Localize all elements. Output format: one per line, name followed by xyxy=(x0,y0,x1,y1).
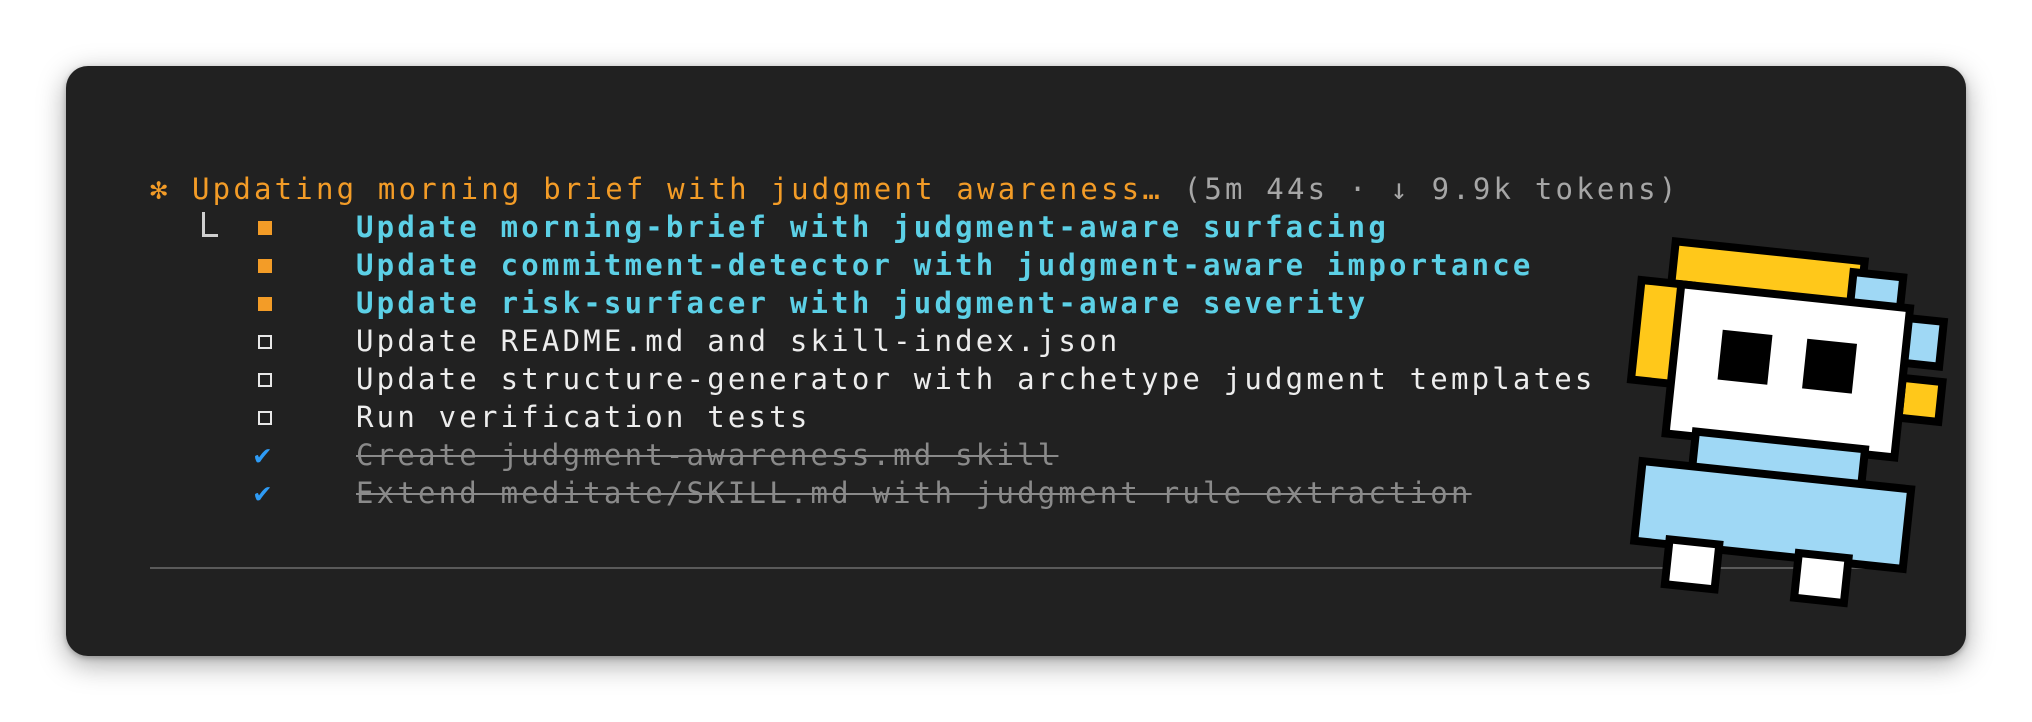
task-item: Update morning-brief with judgment-aware… xyxy=(150,208,1386,246)
task-item: ✔ Extend meditate/SKILL.md with judgment… xyxy=(150,474,1468,512)
check-icon: ✔ xyxy=(254,438,275,471)
status-line: ✻ Updating morning brief with judgment aw… xyxy=(150,170,1680,208)
task-item: Update README.md and skill-index.json xyxy=(150,322,1117,360)
pending-square-icon xyxy=(254,322,284,360)
task-label: Run verification tests xyxy=(356,400,811,434)
tree-connector-icon xyxy=(202,212,218,237)
in-progress-square-icon xyxy=(254,246,284,284)
spinner-icon: ✻ xyxy=(150,172,171,206)
check-icon: ✔ xyxy=(254,476,275,509)
task-item: Run verification tests xyxy=(150,398,807,436)
task-label: Update morning-brief with judgment-aware… xyxy=(356,210,1389,244)
task-item: Update structure-generator with archetyp… xyxy=(150,360,1592,398)
pixel-robot-mascot-icon xyxy=(1626,237,1949,608)
task-list: Update morning-brief with judgment-aware… xyxy=(150,208,1592,512)
task-label: Update risk-surfacer with judgment-aware… xyxy=(356,286,1369,320)
in-progress-square-icon xyxy=(254,208,284,246)
terminal-window: ✻ Updating morning brief with judgment aw… xyxy=(66,66,1966,656)
task-label: Update commitment-detector with judgment… xyxy=(356,248,1534,282)
in-progress-square-icon xyxy=(254,284,284,322)
pending-square-icon xyxy=(254,360,284,398)
task-label: Update README.md and skill-index.json xyxy=(356,324,1121,358)
status-text: Updating morning brief with judgment awa… xyxy=(192,172,1163,206)
task-label: Extend meditate/SKILL.md with judgment r… xyxy=(356,476,1472,510)
task-item: ✔ Create judgment-awareness.md skill xyxy=(150,436,1055,474)
status-meta: (5m 44s · ↓ 9.9k tokens) xyxy=(1163,172,1680,206)
task-label: Update structure-generator with archetyp… xyxy=(356,362,1596,396)
task-item: Update risk-surfacer with judgment-aware… xyxy=(150,284,1365,322)
pending-square-icon xyxy=(254,398,284,436)
task-label: Create judgment-awareness.md skill xyxy=(356,438,1059,472)
task-item: Update commitment-detector with judgment… xyxy=(150,246,1530,284)
